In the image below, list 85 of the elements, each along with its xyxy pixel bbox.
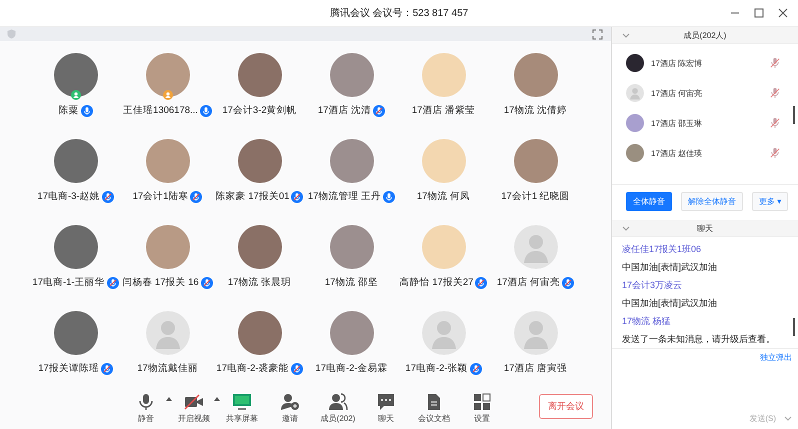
scrollbar[interactable] (793, 318, 795, 336)
toolbar-button[interactable]: 聊天 (366, 392, 406, 424)
add-person-icon (280, 392, 300, 410)
toolbar-button[interactable]: 成员(202) (318, 392, 358, 424)
muted-microphone-icon (291, 190, 304, 202)
participant-name: 高静怡 17报关27 (400, 276, 474, 289)
chat-sender-name: 凌任佳17报关1班06 (622, 243, 702, 256)
muted-microphone-icon[interactable] (770, 87, 780, 99)
chat-bubble-icon (376, 392, 396, 410)
muted-microphone-icon (200, 276, 213, 288)
participant-name: 17电商-1-王丽华 (32, 276, 105, 289)
participant-name: 17电商-2-金易霖 (315, 362, 388, 375)
member-name: 17酒店 邵玉琳 (651, 118, 704, 128)
member-name: 17酒店 何宙亮 (651, 88, 704, 98)
participant-name: 17物流 何凤 (416, 190, 470, 203)
chat-message: 中国加油[表情]武汉加油 (622, 297, 718, 310)
chevron-icon[interactable] (622, 32, 630, 38)
participant-name: 闫杨春 17报关 16 (122, 276, 199, 289)
participant-name: 17电商-2-张颖 (405, 362, 468, 375)
participant-name: 17会计1陆寒 (132, 190, 188, 203)
microphone-icon (80, 104, 92, 116)
chat-sender-name: 17会计3万凌云 (622, 279, 684, 292)
people-icon (328, 392, 348, 410)
members-panel-title: 成员(202人) (684, 30, 726, 40)
panel-button[interactable]: 更多 ▾ (752, 192, 788, 211)
participant-name: 陈粟 (58, 104, 78, 117)
panel-button[interactable]: 解除全体静音 (681, 192, 743, 211)
participant-name: 17酒店 潘紫莹 (412, 104, 476, 117)
participant-name: 17物流 张晨玥 (228, 276, 292, 289)
participant-name: 17物流戴佳丽 (137, 362, 198, 375)
chat-message: 中国加油[表情]武汉加油 (622, 261, 718, 274)
scrollbar[interactable] (793, 106, 795, 124)
fullscreen-icon[interactable] (592, 28, 603, 40)
crossed-camera-icon (184, 392, 204, 410)
popout-link[interactable]: 独立弹出 (760, 352, 792, 363)
participant-name: 17物流 邵坚 (324, 276, 378, 289)
muted-microphone-icon (373, 104, 386, 116)
muted-microphone-icon (190, 190, 202, 202)
participant-name: 17酒店 沈清 (318, 104, 372, 117)
microphone-icon (383, 190, 396, 202)
leave-meeting-button[interactable]: 离开会议 (539, 394, 593, 419)
participant-name: 17酒店 唐寅强 (504, 362, 568, 375)
muted-microphone-icon (102, 190, 114, 202)
member-name: 17酒店 赵佳瑛 (651, 148, 704, 158)
cohost-badge-icon (162, 90, 172, 100)
participant-name: 17电商-3-赵姚 (37, 190, 100, 203)
host-badge-icon (70, 90, 80, 100)
muted-microphone-icon (290, 362, 303, 374)
muted-microphone-icon (475, 276, 488, 288)
toolbar-button[interactable]: 设置 (462, 392, 502, 424)
participant-name: 陈家豪 17报关01 (216, 190, 290, 203)
panel-button[interactable]: 全体静音 (626, 192, 672, 211)
microphone-icon (200, 104, 212, 116)
participant-name: 17会计1 纪晓圆 (501, 190, 570, 203)
caret-icon[interactable] (166, 396, 172, 400)
toolbar-button[interactable]: 会议文档 (414, 392, 454, 424)
toolbar-button[interactable]: 共享屏幕 (222, 392, 262, 424)
chat-sender-name: 17物流 杨猛 (622, 315, 672, 328)
chevron-icon[interactable] (622, 226, 630, 230)
participant-name: 17电商-2-裘豪能 (216, 362, 289, 375)
toolbar-button[interactable]: 静音 (126, 392, 166, 424)
muted-microphone-icon[interactable] (770, 57, 780, 69)
toolbar-button[interactable]: 邀请 (270, 392, 310, 424)
maximize-icon[interactable] (754, 8, 764, 18)
toolbar-button[interactable]: 开启视频 (174, 392, 214, 424)
chat-message: 发送了一条未知消息，请升级后查看。 (622, 333, 776, 346)
muted-microphone-icon (106, 276, 119, 288)
chat-panel-title: 聊天 (697, 222, 713, 234)
participant-name: 王佳瑶1306178... (123, 104, 198, 117)
window-title: 腾讯会议 会议号：523 817 457 (330, 6, 468, 20)
muted-microphone-icon (100, 362, 113, 374)
participant-name: 17物流管理 王丹 (308, 190, 382, 203)
close-icon[interactable] (778, 8, 788, 18)
participant-name: 17酒店 何宙亮 (496, 276, 560, 289)
participant-name: 17会计3-2黄剑帆 (222, 104, 297, 117)
member-name: 17酒店 陈宏博 (651, 58, 704, 68)
settings-icon (472, 392, 492, 410)
monitor-icon (232, 392, 252, 410)
muted-microphone-icon (470, 362, 482, 374)
participant-name: 17物流 沈倩婷 (504, 104, 568, 117)
muted-microphone-icon (562, 276, 574, 288)
participant-name: 17报关谭陈瑶 (38, 362, 99, 375)
caret-icon[interactable] (214, 396, 220, 400)
muted-microphone-icon[interactable] (770, 117, 780, 129)
muted-microphone-icon[interactable] (770, 147, 780, 159)
